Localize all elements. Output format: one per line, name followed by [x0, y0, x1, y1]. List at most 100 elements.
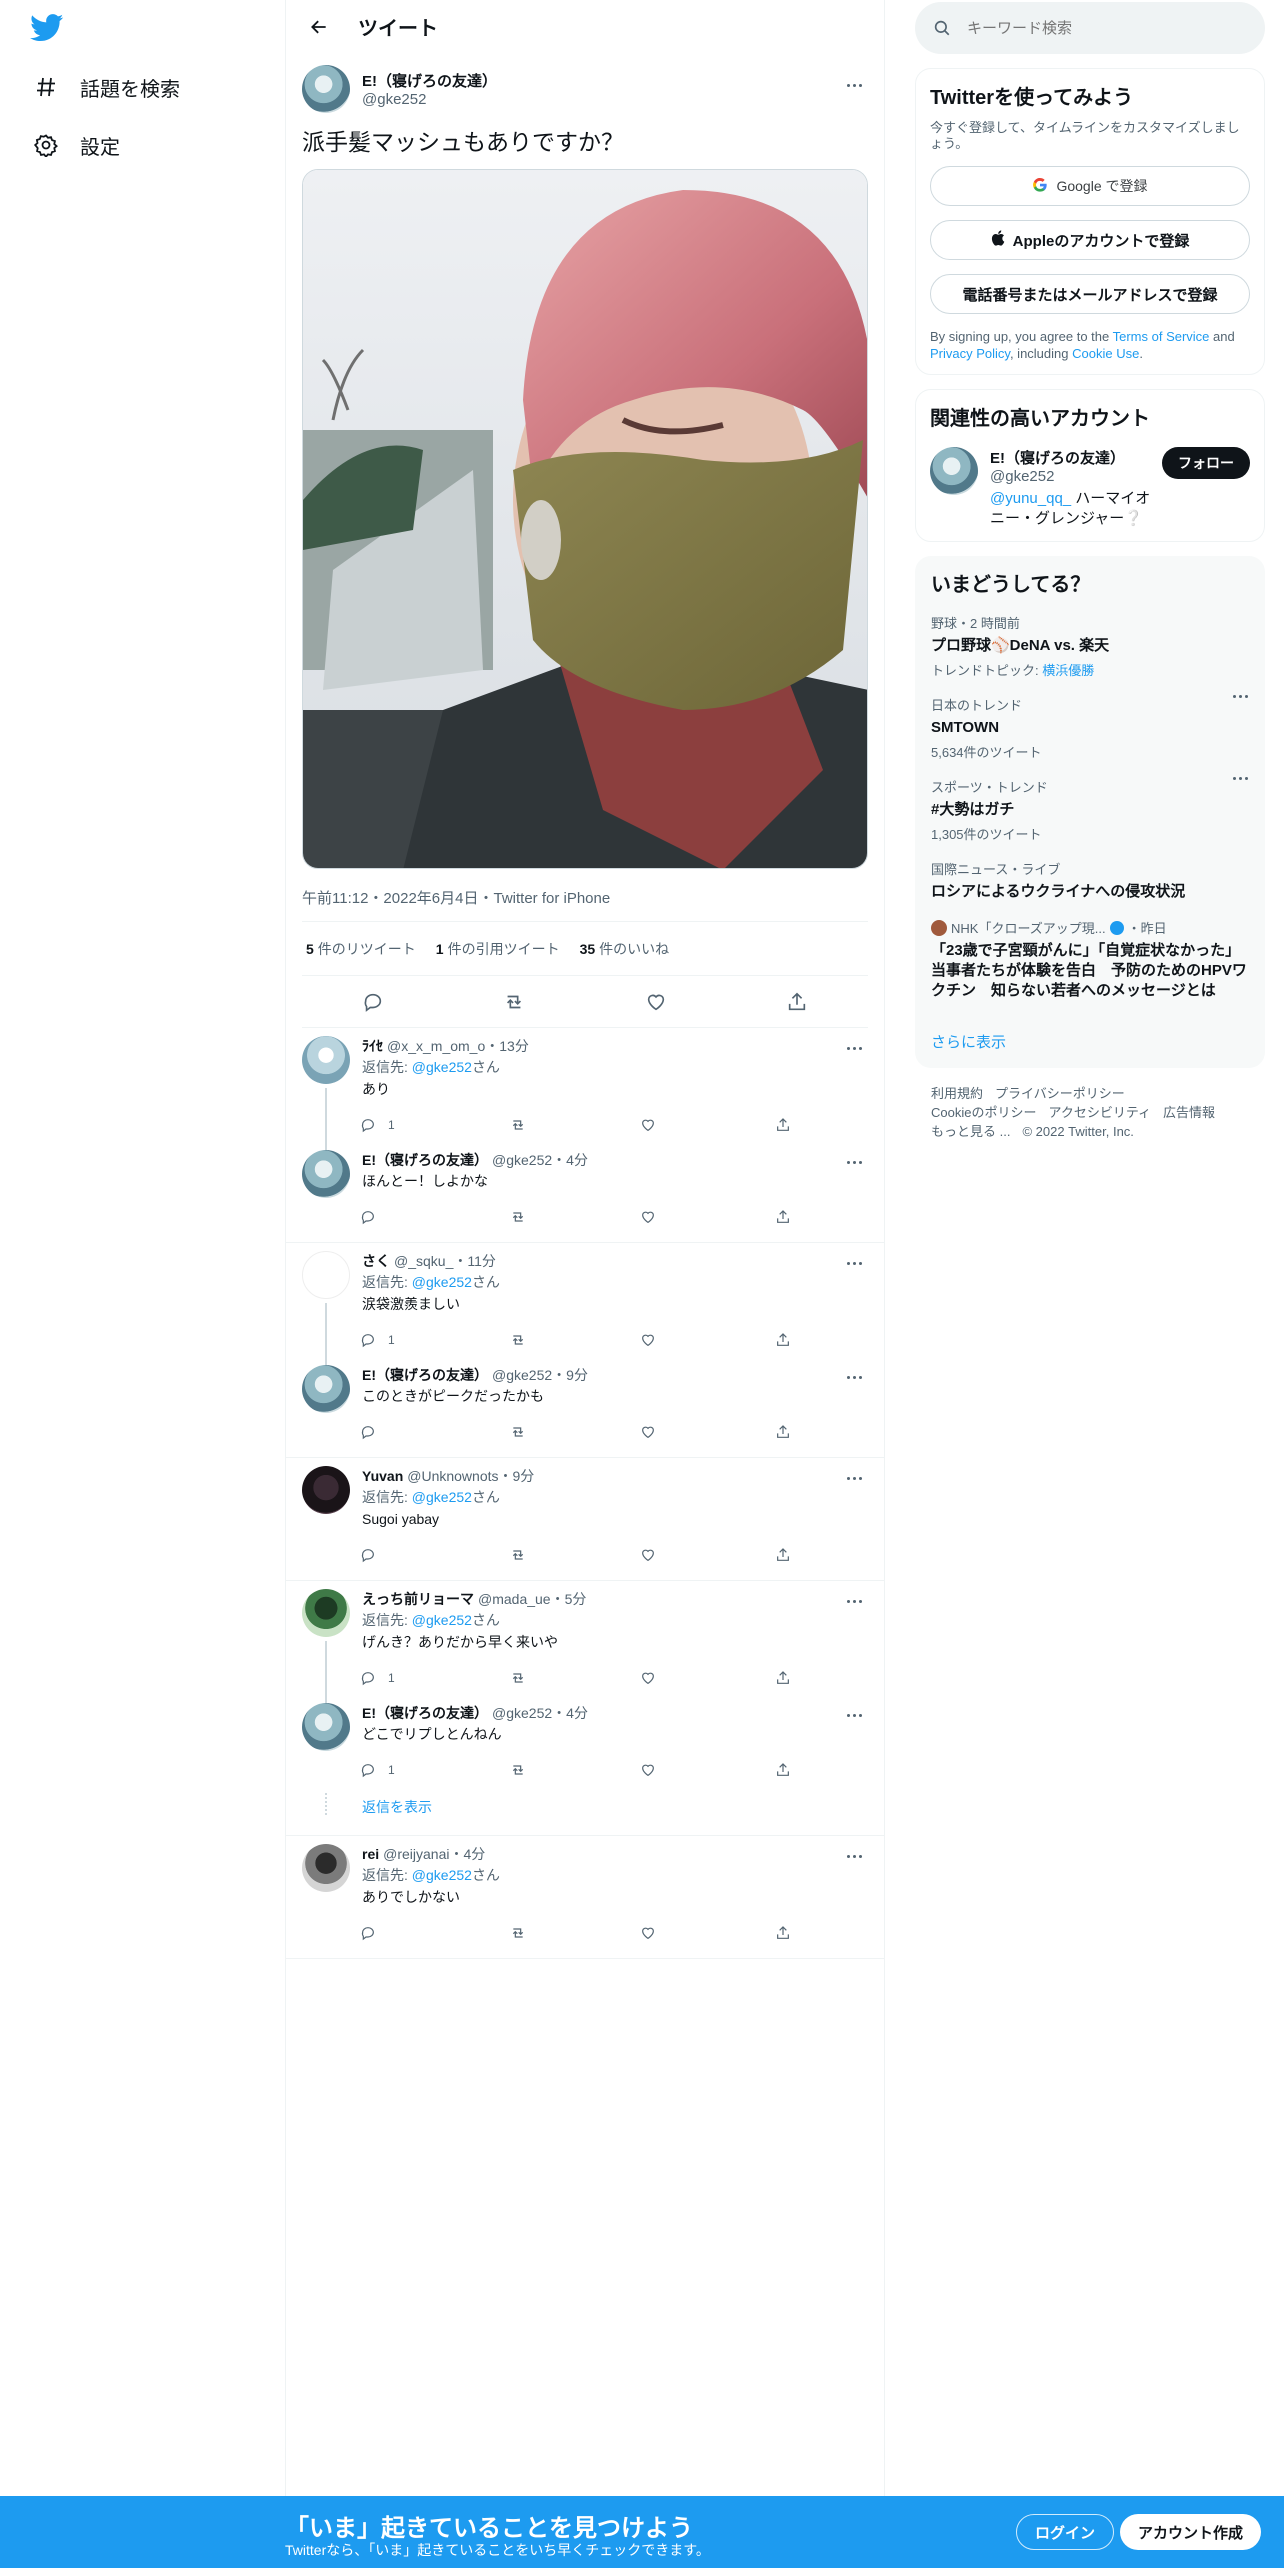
nav-explore[interactable]: 話題を検索 — [32, 67, 180, 107]
reply-icon[interactable]: 1 — [360, 1762, 510, 1778]
retweet-icon[interactable] — [510, 1925, 640, 1941]
reply-time[interactable]: ・13分 — [485, 1036, 529, 1056]
reply-tweet[interactable]: E!（寝げろの友達） @gke252 ・4分 どこでリプしとんねん 1 — [286, 1695, 884, 1787]
avatar[interactable] — [302, 1036, 350, 1084]
footer-link[interactable]: 広告情報 — [1163, 1105, 1215, 1120]
retweet-icon[interactable] — [510, 1332, 640, 1348]
share-icon[interactable] — [778, 983, 816, 1021]
share-icon[interactable] — [775, 1762, 871, 1778]
footer-link[interactable]: プライバシーポリシー — [995, 1086, 1125, 1101]
reply-author-name[interactable]: Yuvan — [362, 1468, 403, 1484]
more-options-icon[interactable] — [842, 73, 866, 97]
footer-link[interactable]: 利用規約 — [931, 1086, 983, 1101]
search-input[interactable] — [967, 19, 1227, 37]
twitter-logo-icon[interactable] — [30, 14, 64, 42]
quotes-stat[interactable]: 1 件の引用ツイート — [436, 939, 560, 959]
more-options-icon[interactable] — [842, 1036, 866, 1060]
reply-icon[interactable]: 1 — [360, 1117, 510, 1133]
reply-author-name[interactable]: えっち前リョーマ — [362, 1589, 474, 1609]
related-account[interactable]: E!（寝げろの友達） @gke252 @yunu_qq_ ハーマイオニー・グレン… — [930, 447, 1250, 529]
trend-item[interactable]: スポーツ・トレンド #大勢はガチ 1,305件のツイート — [931, 777, 1249, 843]
reply-icon[interactable] — [360, 1424, 510, 1440]
reply-author-handle[interactable]: @mada_ue — [478, 1591, 551, 1607]
reply-tweet[interactable]: さく @_sqku_ ・11分 返信先: @gke252さん 涙袋激羨ましい 1 — [286, 1243, 884, 1373]
avatar[interactable] — [302, 1365, 350, 1413]
reply-time[interactable]: ・5分 — [551, 1589, 587, 1609]
like-icon[interactable] — [640, 1925, 775, 1941]
avatar[interactable] — [302, 1589, 350, 1637]
more-options-icon[interactable] — [842, 1150, 866, 1174]
search-box[interactable] — [915, 2, 1265, 54]
reply-author-handle[interactable]: @x_x_m_om_o — [387, 1038, 485, 1054]
reply-time[interactable]: ・9分 — [552, 1365, 588, 1385]
retweets-stat[interactable]: 5 件のリツイート — [306, 939, 416, 959]
avatar[interactable] — [302, 1844, 350, 1892]
share-icon[interactable] — [775, 1332, 871, 1348]
back-arrow-icon[interactable] — [302, 10, 336, 44]
reply-author-handle[interactable]: @gke252 — [492, 1705, 552, 1721]
avatar[interactable] — [302, 1466, 350, 1514]
nav-settings[interactable]: 設定 — [32, 125, 120, 165]
reply-author-handle[interactable]: @reijyanai — [383, 1846, 449, 1862]
retweet-icon[interactable] — [510, 1670, 640, 1686]
retweet-icon[interactable] — [510, 1209, 640, 1225]
like-icon[interactable] — [640, 1332, 775, 1348]
likes-stat[interactable]: 35 件のいいね — [580, 939, 670, 959]
reply-time[interactable]: ・4分 — [449, 1844, 485, 1864]
retweet-icon[interactable] — [510, 1762, 640, 1778]
reply-author-name[interactable]: さく — [362, 1251, 390, 1271]
like-icon[interactable] — [637, 983, 675, 1021]
share-icon[interactable] — [775, 1424, 871, 1440]
reply-tweet[interactable]: ﾗｲｾ @x_x_m_om_o ・13分 返信先: @gke252さん あり 1 — [286, 1028, 884, 1158]
reply-author-name[interactable]: E!（寝げろの友達） — [362, 1703, 488, 1723]
reply-author-name[interactable]: ﾗｲｾ — [362, 1036, 383, 1056]
reply-icon[interactable] — [360, 1547, 510, 1563]
reply-author-handle[interactable]: @Unknownots — [407, 1468, 498, 1484]
reply-tweet[interactable]: E!（寝げろの友達） @gke252 ・9分 このときがピークだったかも — [286, 1357, 884, 1449]
reply-author-name[interactable]: E!（寝げろの友達） — [362, 1150, 488, 1170]
reply-to-handle[interactable]: @gke252 — [412, 1274, 472, 1290]
like-icon[interactable] — [640, 1424, 775, 1440]
reply-to-handle[interactable]: @gke252 — [412, 1867, 472, 1883]
show-replies-link[interactable]: 返信を表示 — [286, 1787, 884, 1827]
cookie-link[interactable]: Cookie Use — [1072, 346, 1139, 361]
like-icon[interactable] — [640, 1762, 775, 1778]
reply-tweet[interactable]: えっち前リョーマ @mada_ue ・5分 返信先: @gke252さん げんき？ありだ… — [286, 1581, 884, 1711]
reply-time[interactable]: ・4分 — [552, 1703, 588, 1723]
news-item[interactable]: NHK「クローズアップ現... ・昨日 「23歳で子宮頸がんに」「自覚症状なかった… — [931, 918, 1249, 1001]
reply-author-name[interactable]: E!（寝げろの友達） — [362, 1365, 488, 1385]
like-icon[interactable] — [640, 1547, 775, 1563]
avatar[interactable] — [302, 1703, 350, 1751]
tweet-photo[interactable] — [302, 169, 868, 869]
more-options-icon[interactable] — [842, 1365, 866, 1389]
related-name[interactable]: E!（寝げろの友達） — [990, 447, 1162, 468]
share-icon[interactable] — [775, 1670, 871, 1686]
terms-link[interactable]: Terms of Service — [1113, 329, 1210, 344]
reply-time[interactable]: ・11分 — [453, 1251, 496, 1271]
reply-icon[interactable]: 1 — [360, 1670, 510, 1686]
more-options-icon[interactable] — [842, 1589, 866, 1613]
author-name[interactable]: E!（寝げろの友達） — [362, 70, 497, 91]
reply-icon[interactable] — [360, 1925, 510, 1941]
reply-author-name[interactable]: rei — [362, 1846, 379, 1862]
show-more-link[interactable]: さらに表示 — [931, 1031, 1249, 1052]
more-options-icon[interactable] — [1231, 777, 1249, 780]
avatar[interactable] — [930, 447, 978, 495]
reply-author-handle[interactable]: @_sqku_ — [394, 1253, 453, 1269]
reply-time[interactable]: ・4分 — [552, 1150, 588, 1170]
signup-button[interactable]: アカウント作成 — [1120, 2514, 1262, 2550]
share-icon[interactable] — [775, 1117, 871, 1133]
like-icon[interactable] — [640, 1117, 775, 1133]
share-icon[interactable] — [775, 1547, 871, 1563]
trend-item[interactable]: 野球・2 時間前 プロ野球⚾DeNA vs. 楽天 トレンドトピック: 横浜優勝 — [931, 613, 1249, 679]
more-options-icon[interactable] — [842, 1466, 866, 1490]
reply-tweet[interactable]: E!（寝げろの友達） @gke252 ・4分 ほんとー！しよかな — [286, 1142, 884, 1234]
footer-link[interactable]: アクセシビリティ — [1048, 1105, 1151, 1120]
trend-item[interactable]: 国際ニュース・ライブ ロシアによるウクライナへの侵攻状況 — [931, 859, 1249, 902]
retweet-icon[interactable] — [510, 1547, 640, 1563]
retweet-icon[interactable] — [510, 1117, 640, 1133]
reply-author-handle[interactable]: @gke252 — [492, 1367, 552, 1383]
follow-button[interactable]: フォロー — [1162, 447, 1250, 479]
reply-author-handle[interactable]: @gke252 — [492, 1152, 552, 1168]
apple-signup-button[interactable]: Appleのアカウントで登録 — [930, 220, 1250, 260]
